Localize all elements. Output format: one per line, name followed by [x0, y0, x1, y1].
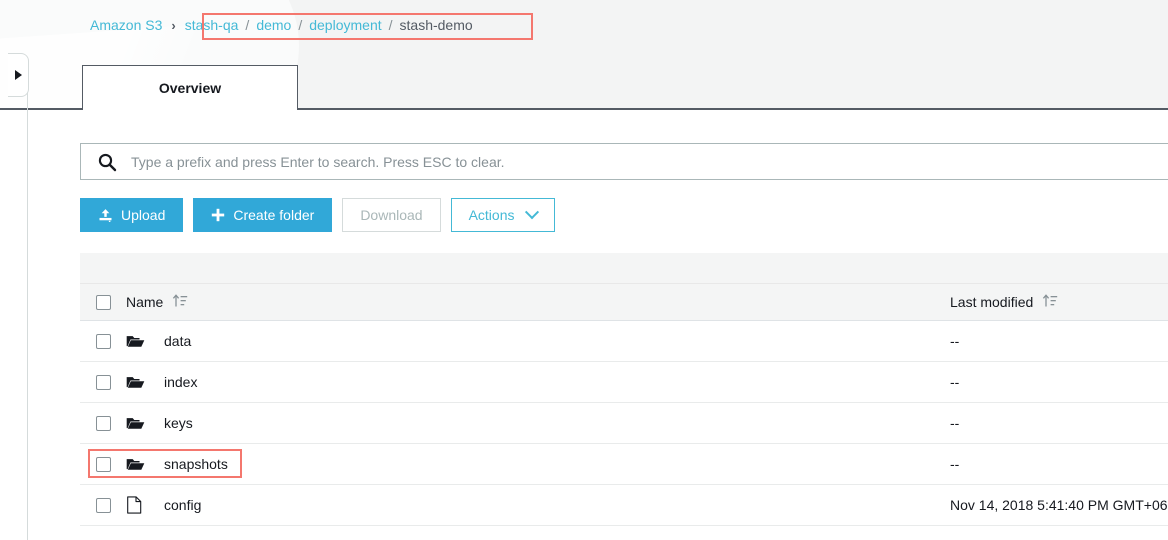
row-name-cell: keys — [126, 415, 950, 431]
column-header-name[interactable]: Name — [126, 294, 950, 311]
breadcrumb-item-deployment[interactable]: deployment — [309, 17, 381, 33]
download-button-label: Download — [360, 207, 422, 223]
row-last-modified: -- — [950, 456, 1168, 472]
table-row[interactable]: index -- — [80, 362, 1168, 403]
breadcrumb-path: stash-qa / demo / deployment / stash-dem… — [185, 17, 473, 33]
column-header-name-label: Name — [126, 294, 163, 310]
upload-button-label: Upload — [121, 207, 165, 223]
tab-overview[interactable]: Overview — [82, 65, 298, 110]
column-header-last-modified[interactable]: Last modified — [950, 294, 1168, 311]
row-name-cell: index — [126, 374, 950, 390]
plus-icon — [211, 208, 225, 222]
row-name-cell: snapshots — [126, 456, 950, 472]
breadcrumb-item-stash-qa[interactable]: stash-qa — [185, 17, 239, 33]
objects-table: Name La — [80, 253, 1168, 526]
expand-arrow-right-icon — [15, 70, 22, 80]
upload-icon — [98, 208, 113, 223]
row-checkbox[interactable] — [96, 375, 111, 390]
search-icon — [97, 152, 117, 172]
row-name-cell: data — [126, 333, 950, 349]
bucket-content-panel: Type a prefix and press Enter to search.… — [28, 110, 1168, 540]
bucket-action-toolbar: Upload Create folder Download Actions — [80, 198, 555, 232]
row-name-label[interactable]: snapshots — [164, 456, 228, 472]
download-button: Download — [342, 198, 440, 232]
select-all-checkbox[interactable] — [96, 295, 111, 310]
row-name-label[interactable]: index — [164, 374, 197, 390]
breadcrumb-separator: / — [245, 17, 249, 33]
row-checkbox[interactable] — [96, 457, 111, 472]
create-folder-button[interactable]: Create folder — [193, 198, 332, 232]
row-checkbox-cell — [80, 498, 126, 513]
row-checkbox[interactable] — [96, 498, 111, 513]
row-name-cell: config — [126, 496, 950, 514]
row-checkbox-cell — [80, 334, 126, 349]
sort-ascending-icon — [1042, 294, 1058, 311]
tab-bar: Overview — [82, 65, 298, 110]
select-all-checkbox-cell — [80, 295, 126, 310]
breadcrumb-item-demo[interactable]: demo — [256, 17, 291, 33]
create-folder-button-label: Create folder — [233, 207, 314, 223]
row-last-modified: Nov 14, 2018 5:41:40 PM GMT+0600 — [950, 497, 1168, 513]
upload-button[interactable]: Upload — [80, 198, 183, 232]
row-name-label[interactable]: keys — [164, 415, 193, 431]
actions-dropdown-label: Actions — [469, 207, 515, 223]
search-bar[interactable]: Type a prefix and press Enter to search.… — [80, 143, 1168, 180]
breadcrumb-separator: / — [389, 17, 393, 33]
row-checkbox[interactable] — [96, 334, 111, 349]
s3-bucket-browser-page: Amazon S3 › stash-qa / demo / deployment… — [0, 0, 1168, 540]
sidebar-expand-toggle-button[interactable] — [8, 53, 29, 97]
folder-icon — [126, 416, 148, 431]
breadcrumb-separator: / — [298, 17, 302, 33]
row-checkbox-cell — [80, 416, 126, 431]
search-input-placeholder[interactable]: Type a prefix and press Enter to search.… — [131, 154, 505, 170]
row-last-modified: -- — [950, 374, 1168, 390]
breadcrumb-item-stash-demo: stash-demo — [400, 17, 473, 33]
table-row[interactable]: data -- — [80, 321, 1168, 362]
row-name-label[interactable]: data — [164, 333, 191, 349]
chevron-down-icon — [524, 205, 538, 219]
row-last-modified: -- — [950, 333, 1168, 349]
tab-overview-label: Overview — [159, 80, 221, 96]
breadcrumb-root-amazon-s3[interactable]: Amazon S3 — [90, 17, 162, 33]
table-row[interactable]: keys -- — [80, 403, 1168, 444]
row-checkbox-cell — [80, 375, 126, 390]
row-name-label[interactable]: config — [164, 497, 201, 513]
row-checkbox-cell — [80, 457, 126, 472]
row-snapshots[interactable]: snapshots -- — [80, 444, 1168, 485]
breadcrumb-caret-icon: › — [171, 18, 175, 33]
folder-icon — [126, 375, 148, 390]
left-rail — [0, 0, 28, 540]
document-icon — [126, 496, 148, 514]
left-rail-divider — [27, 58, 28, 540]
row-checkbox[interactable] — [96, 416, 111, 431]
actions-dropdown-button[interactable]: Actions — [451, 198, 555, 232]
table-row[interactable]: config Nov 14, 2018 5:41:40 PM GMT+0600 — [80, 485, 1168, 526]
folder-icon — [126, 457, 148, 472]
table-header-row: Name La — [80, 284, 1168, 321]
breadcrumb: Amazon S3 › stash-qa / demo / deployment… — [90, 17, 473, 33]
column-header-last-modified-label: Last modified — [950, 294, 1033, 310]
sort-ascending-icon — [172, 294, 188, 311]
folder-icon — [126, 334, 148, 349]
row-last-modified: -- — [950, 415, 1168, 431]
table-toolbar-band — [80, 253, 1168, 284]
